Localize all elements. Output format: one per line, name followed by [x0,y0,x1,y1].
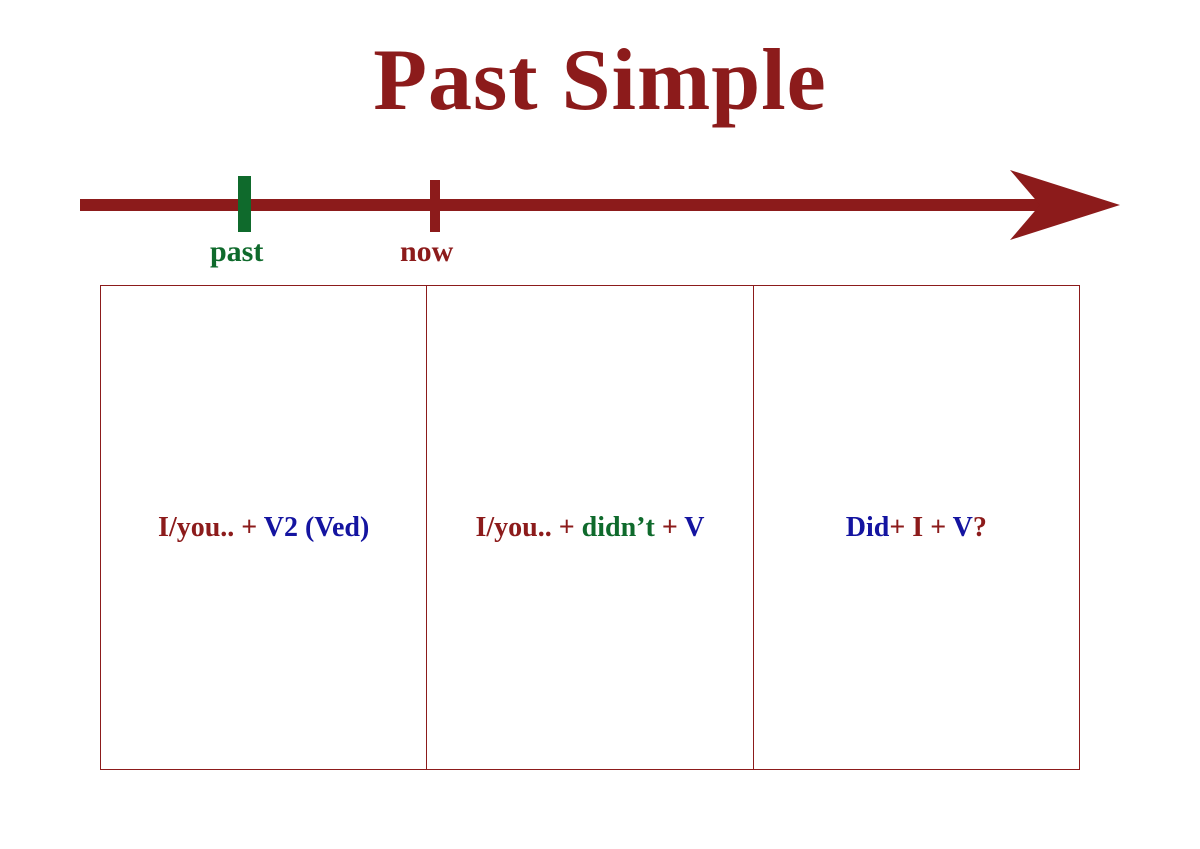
diagram-canvas: Past Simple past now I/you.. + V2 (Ved) … [0,0,1200,849]
negative-cell: I/you.. + didn’t + V [426,286,752,769]
formula-fragment: I/you.. [475,512,558,543]
formula-fragment: V [684,512,704,543]
formula-fragment: V [953,512,973,543]
formula-fragment: ? [973,512,987,543]
affirmative-cell: I/you.. + V2 (Ved) [101,286,426,769]
formula-fragment: + [930,512,952,543]
grammar-table: I/you.. + V2 (Ved) I/you.. + didn’t + V … [100,285,1080,770]
timeline-now-label: now [400,235,453,269]
question-cell: Did+ I + V? [753,286,1079,769]
formula-fragment: + [559,512,582,543]
diagram-title: Past Simple [0,30,1200,131]
formula-fragment: + I [889,512,930,543]
timeline-past-label: past [210,235,263,269]
formula-fragment: V2 (Ved) [264,512,370,543]
formula-fragment: Did [846,512,890,543]
formula-fragment: + [241,512,263,543]
formula-fragment: didn’t [582,512,662,543]
formula-fragment: I/you.. [158,512,241,543]
formula-fragment: + [662,512,684,543]
